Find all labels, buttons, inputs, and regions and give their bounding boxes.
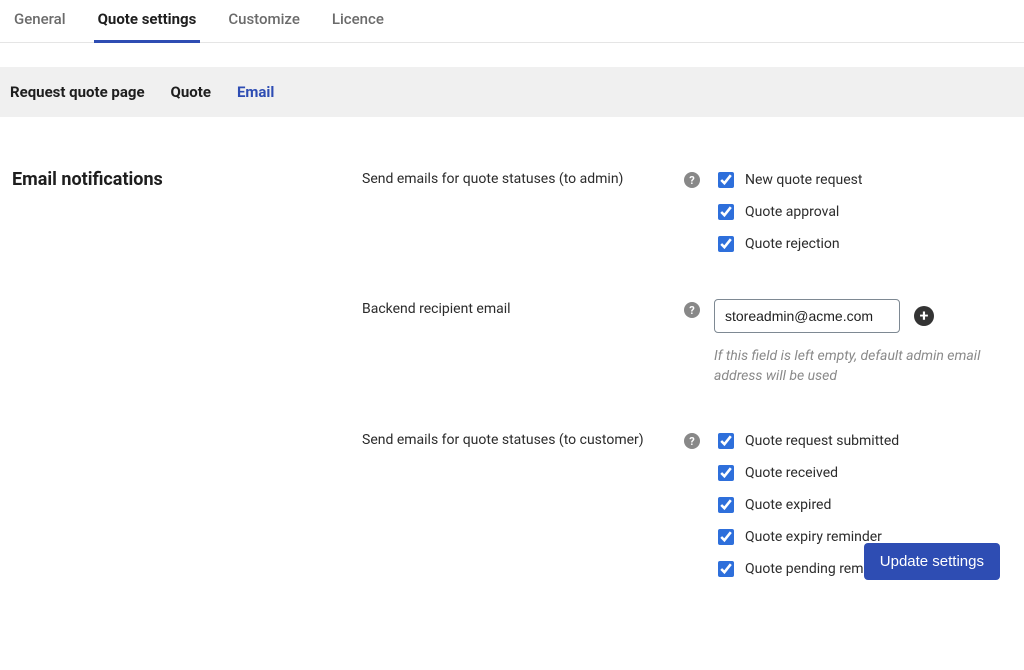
checkbox-quote-approval-input[interactable] <box>718 204 734 220</box>
settings-content: Email notifications Send emails for quot… <box>0 117 1024 670</box>
checkbox-quote-approval-label: Quote approval <box>745 204 839 220</box>
tab-general[interactable]: General <box>10 0 70 42</box>
checkbox-new-quote-request[interactable]: New quote request <box>714 169 1012 191</box>
field-customer-statuses-label: Send emails for quote statuses (to custo… <box>362 430 684 448</box>
backend-email-helper: If this field is left empty, default adm… <box>714 347 1012 386</box>
subtab-email[interactable]: Email <box>237 83 274 101</box>
checkbox-request-submitted-input[interactable] <box>718 433 734 449</box>
subtab-quote[interactable]: Quote <box>171 83 211 101</box>
checkbox-new-quote-request-input[interactable] <box>718 172 734 188</box>
checkbox-expiry-reminder-label: Quote expiry reminder <box>745 529 882 545</box>
checkbox-quote-rejection-label: Quote rejection <box>745 236 840 252</box>
field-admin-statuses: Send emails for quote statuses (to admin… <box>362 169 1012 255</box>
tab-licence[interactable]: Licence <box>328 0 388 42</box>
tab-customize[interactable]: Customize <box>224 0 304 42</box>
sub-tabs: Request quote page Quote Email <box>0 67 1024 117</box>
checkbox-pending-reminder-input[interactable] <box>718 561 734 577</box>
checkbox-quote-expired[interactable]: Quote expired <box>714 494 1012 516</box>
checkbox-quote-expired-label: Quote expired <box>745 497 831 513</box>
field-backend-email: Backend recipient email ? + If this fiel… <box>362 299 1012 386</box>
checkbox-quote-rejection-input[interactable] <box>718 236 734 252</box>
checkbox-request-submitted-label: Quote request submitted <box>745 433 899 449</box>
backend-email-input[interactable] <box>714 299 900 333</box>
add-email-icon[interactable]: + <box>914 306 934 326</box>
update-settings-button[interactable]: Update settings <box>864 543 1000 580</box>
help-icon[interactable]: ? <box>684 433 700 449</box>
section-title: Email notifications <box>12 169 362 580</box>
checkbox-new-quote-request-label: New quote request <box>745 172 862 188</box>
checkbox-quote-expired-input[interactable] <box>718 497 734 513</box>
field-backend-email-label: Backend recipient email <box>362 299 684 317</box>
checkbox-expiry-reminder-input[interactable] <box>718 529 734 545</box>
checkbox-quote-received[interactable]: Quote received <box>714 462 1012 484</box>
help-icon[interactable]: ? <box>684 302 700 318</box>
help-icon[interactable]: ? <box>684 172 700 188</box>
tab-quote-settings[interactable]: Quote settings <box>94 0 201 42</box>
checkbox-quote-received-label: Quote received <box>745 465 838 481</box>
top-tabs: General Quote settings Customize Licence <box>0 0 1024 43</box>
checkbox-quote-approval[interactable]: Quote approval <box>714 201 1012 223</box>
checkbox-quote-rejection[interactable]: Quote rejection <box>714 233 1012 255</box>
checkbox-quote-received-input[interactable] <box>718 465 734 481</box>
field-admin-statuses-label: Send emails for quote statuses (to admin… <box>362 169 684 187</box>
checkbox-request-submitted[interactable]: Quote request submitted <box>714 430 1012 452</box>
subtab-request-quote-page[interactable]: Request quote page <box>10 83 145 101</box>
